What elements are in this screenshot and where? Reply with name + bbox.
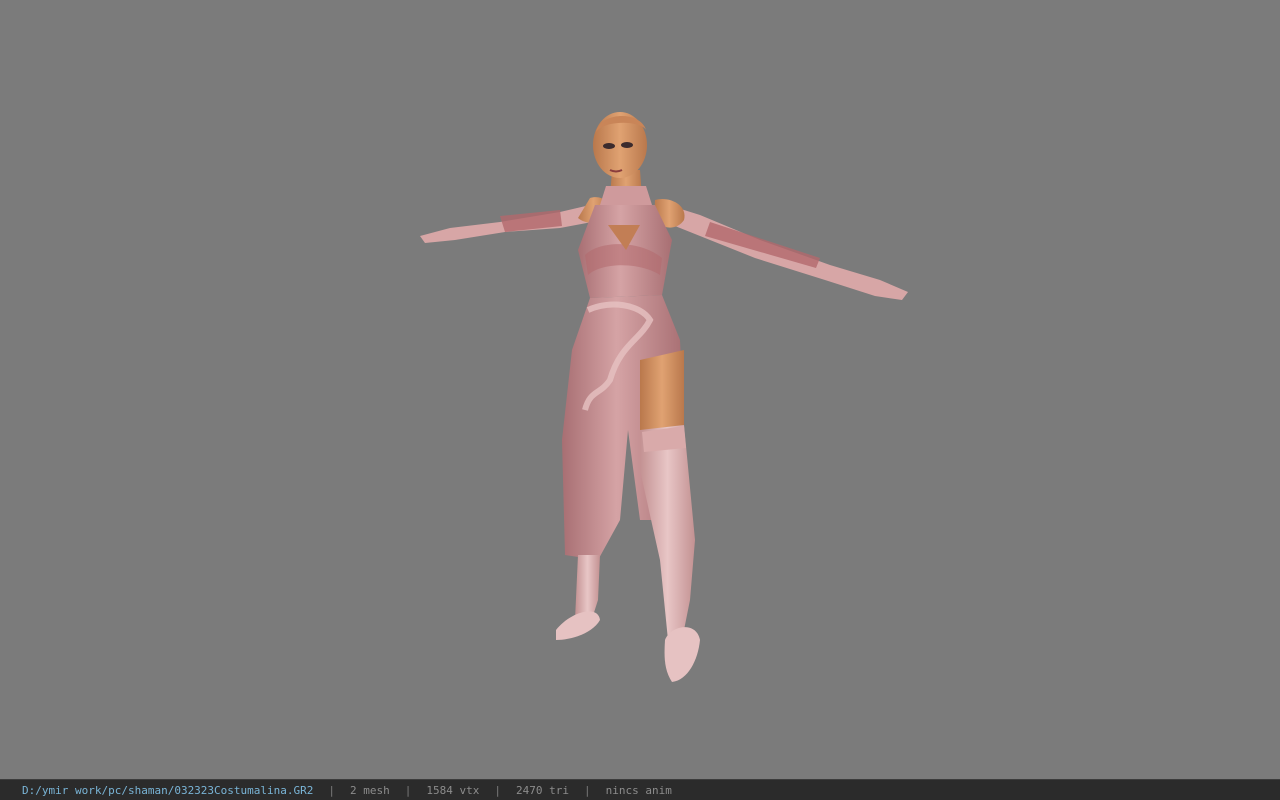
head (593, 112, 647, 178)
separator: | (328, 783, 336, 797)
vertex-count-label: 1584 vtx (426, 783, 480, 797)
triangle-count-label: 2470 tri (516, 783, 569, 797)
left-arm (420, 197, 609, 243)
right-arm (654, 198, 908, 300)
file-path-label: D:/ymir work/pc/shaman/032323Costumalina… (22, 783, 314, 797)
left-leg (556, 555, 600, 640)
status-bar: D:/ymir work/pc/shaman/032323Costumalina… (0, 779, 1280, 800)
character-model[interactable] (0, 0, 1280, 779)
3d-viewport[interactable] (0, 0, 1280, 779)
collar (600, 186, 652, 205)
mesh-count-label: 2 mesh (350, 783, 390, 797)
separator: | (584, 783, 591, 797)
animation-status-label: nincs anim (605, 783, 672, 797)
right-leg (640, 425, 700, 682)
separator: | (404, 783, 412, 797)
separator: | (494, 783, 502, 797)
